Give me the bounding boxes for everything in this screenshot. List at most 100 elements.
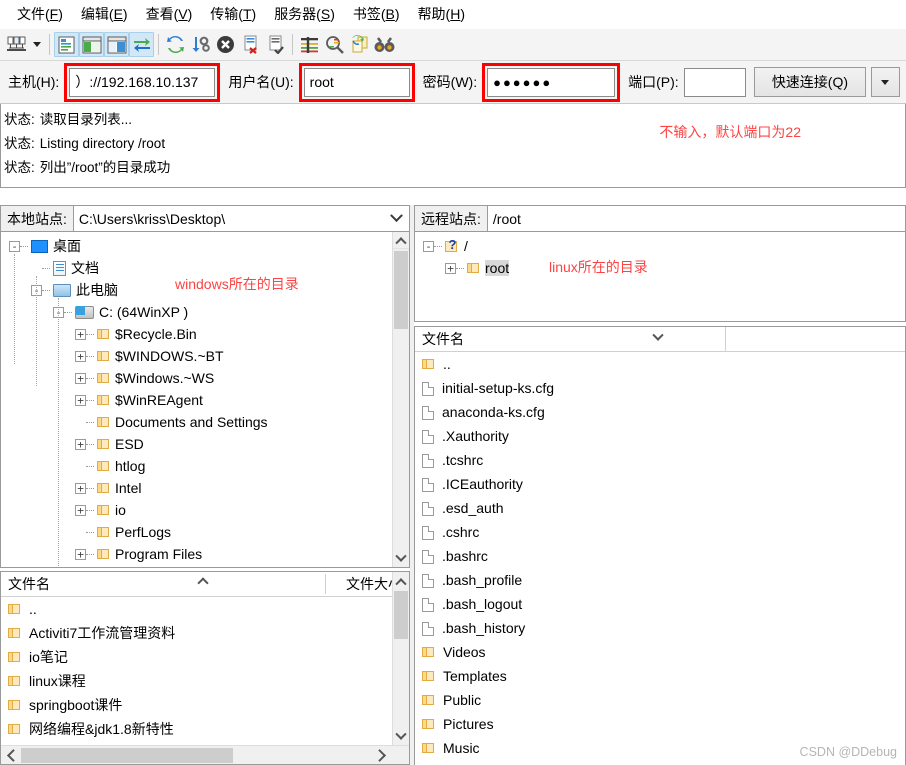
quick-connect-history-dropdown[interactable] bbox=[870, 67, 901, 97]
file-list-row[interactable]: .. bbox=[1, 597, 409, 621]
scroll-down-icon[interactable] bbox=[393, 728, 409, 745]
scroll-up-icon[interactable] bbox=[393, 572, 409, 589]
site-manager-icon[interactable] bbox=[4, 32, 29, 57]
file-list-row[interactable]: initial-setup-ks.cfg bbox=[415, 376, 905, 400]
file-list-row[interactable]: .bash_history bbox=[415, 616, 905, 640]
file-list-row[interactable]: Templates bbox=[415, 664, 905, 688]
tree-item[interactable]: - C: (64WinXP ) bbox=[1, 301, 409, 323]
tree-item[interactable]: + Program Files bbox=[1, 543, 409, 565]
tree-item[interactable]: -? / bbox=[415, 235, 905, 257]
expand-icon[interactable]: + bbox=[75, 482, 86, 494]
file-list-row[interactable]: io笔记 bbox=[1, 645, 409, 669]
collapse-icon[interactable]: - bbox=[423, 240, 434, 252]
menu-item-5[interactable]: 服务器(S) bbox=[265, 2, 344, 26]
quick-connect-bar: 主机(H): ）://192.168.10.137 用户名(U): root 密… bbox=[0, 61, 906, 104]
local-file-list[interactable]: 文件名 文件大小 .. Activiti7工作流管理资料 io笔记 linux课程 sp… bbox=[0, 571, 410, 765]
password-input[interactable]: ●●●●●● bbox=[487, 67, 616, 97]
tree-item[interactable]: PerfLogs bbox=[1, 521, 409, 543]
tree-item[interactable]: + Intel bbox=[1, 477, 409, 499]
menu-item-7[interactable]: 帮助(H) bbox=[409, 2, 474, 26]
toggle-local-tree-icon[interactable] bbox=[79, 32, 104, 57]
file-list-row[interactable]: .bash_logout bbox=[415, 592, 905, 616]
file-list-row[interactable]: Videos bbox=[415, 640, 905, 664]
directory-compare-icon[interactable] bbox=[322, 32, 347, 57]
reconnect-icon[interactable] bbox=[263, 32, 288, 57]
tree-item[interactable]: + $Recycle.Bin bbox=[1, 323, 409, 345]
expand-icon[interactable]: + bbox=[75, 350, 86, 362]
tree-item[interactable]: htlog bbox=[1, 455, 409, 477]
menu-item-1[interactable]: 文件(F) bbox=[8, 2, 72, 26]
remote-site-path-input[interactable]: /root bbox=[488, 206, 905, 231]
menu-item-3[interactable]: 查看(V) bbox=[137, 2, 202, 26]
expand-icon[interactable]: + bbox=[445, 262, 456, 274]
tree-item[interactable]: + $Windows.~WS bbox=[1, 367, 409, 389]
cancel-operation-icon[interactable] bbox=[213, 32, 238, 57]
local-tree-vscrollbar[interactable] bbox=[392, 232, 409, 567]
tree-item[interactable]: + io bbox=[1, 499, 409, 521]
remote-file-list[interactable]: 文件名 .. initial-setup-ks.cfg anaconda-ks.cf… bbox=[414, 326, 906, 765]
file-icon bbox=[422, 574, 434, 588]
tree-item[interactable]: - 桌面 bbox=[1, 235, 409, 257]
filter-icon[interactable] bbox=[297, 32, 322, 57]
expand-icon[interactable]: + bbox=[75, 548, 86, 560]
file-list-row[interactable]: .tcshrc bbox=[415, 448, 905, 472]
scroll-up-icon[interactable] bbox=[393, 232, 409, 249]
local-list-hscrollbar[interactable] bbox=[1, 745, 409, 764]
file-list-row[interactable]: linux课程 bbox=[1, 669, 409, 693]
menu-item-2[interactable]: 编辑(E) bbox=[72, 2, 137, 26]
local-column-name[interactable]: 文件名 bbox=[1, 574, 325, 594]
collapse-icon[interactable]: - bbox=[9, 240, 20, 252]
scroll-thumb[interactable] bbox=[21, 748, 233, 763]
find-files-icon[interactable] bbox=[372, 32, 397, 57]
file-list-row[interactable]: Activiti7工作流管理资料 bbox=[1, 621, 409, 645]
tree-item[interactable]: + $WinREAgent bbox=[1, 389, 409, 411]
local-directory-tree[interactable]: - 桌面 文档 - 此电脑 - C: (64WinXP ) + $Recycle.Bin + $WI… bbox=[0, 231, 410, 568]
process-queue-icon[interactable] bbox=[188, 32, 213, 57]
file-list-row[interactable]: Pictures bbox=[415, 712, 905, 736]
local-site-dropdown-icon[interactable] bbox=[383, 206, 409, 231]
scroll-right-icon[interactable] bbox=[373, 746, 392, 764]
file-list-row[interactable]: .. bbox=[415, 352, 905, 376]
tree-item[interactable]: + root bbox=[415, 257, 905, 279]
expand-icon[interactable]: + bbox=[75, 372, 86, 384]
file-list-row[interactable]: Public bbox=[415, 688, 905, 712]
tree-item[interactable]: Documents and Settings bbox=[1, 411, 409, 433]
tree-item[interactable]: + ESD bbox=[1, 433, 409, 455]
toggle-transfer-queue-icon[interactable] bbox=[129, 32, 154, 57]
toggle-remote-tree-icon[interactable] bbox=[104, 32, 129, 57]
expand-icon[interactable]: + bbox=[75, 394, 86, 406]
file-list-row[interactable]: 网络编程&jdk1.8新特性 bbox=[1, 717, 409, 741]
site-manager-dropdown-icon[interactable] bbox=[29, 32, 45, 57]
scroll-left-icon[interactable] bbox=[1, 746, 20, 764]
expand-icon[interactable]: + bbox=[75, 438, 86, 450]
scroll-thumb[interactable] bbox=[394, 251, 408, 329]
file-list-row[interactable]: .bash_profile bbox=[415, 568, 905, 592]
file-list-row[interactable]: springboot课件 bbox=[1, 693, 409, 717]
file-list-row[interactable]: .bashrc bbox=[415, 544, 905, 568]
file-name: linux课程 bbox=[29, 673, 86, 689]
expand-icon[interactable]: + bbox=[75, 328, 86, 340]
remote-column-name[interactable]: 文件名 bbox=[415, 329, 725, 349]
disconnect-icon[interactable] bbox=[238, 32, 263, 57]
scroll-thumb[interactable] bbox=[394, 591, 408, 639]
file-list-row[interactable]: .ICEauthority bbox=[415, 472, 905, 496]
username-input[interactable]: root bbox=[303, 67, 410, 97]
remote-directory-tree[interactable]: -? / + root linux所在的目录 bbox=[414, 231, 906, 322]
file-list-row[interactable]: .cshrc bbox=[415, 520, 905, 544]
file-list-row[interactable]: .Xauthority bbox=[415, 424, 905, 448]
synchronized-browsing-icon[interactable] bbox=[347, 32, 372, 57]
toggle-message-log-icon[interactable] bbox=[54, 32, 79, 57]
local-site-path-input[interactable]: C:\Users\kriss\Desktop\ bbox=[74, 206, 383, 231]
menu-item-4[interactable]: 传输(T) bbox=[201, 2, 265, 26]
local-list-vscrollbar[interactable] bbox=[392, 572, 409, 745]
refresh-icon[interactable] bbox=[163, 32, 188, 57]
file-list-row[interactable]: .esd_auth bbox=[415, 496, 905, 520]
tree-item[interactable]: + $WINDOWS.~BT bbox=[1, 345, 409, 367]
quick-connect-button[interactable]: 快速连接(Q) bbox=[753, 67, 866, 97]
port-input[interactable] bbox=[683, 67, 746, 97]
host-input[interactable]: ）://192.168.10.137 bbox=[69, 67, 216, 97]
expand-icon[interactable]: + bbox=[75, 504, 86, 516]
file-list-row[interactable]: anaconda-ks.cfg bbox=[415, 400, 905, 424]
menu-item-6[interactable]: 书签(B) bbox=[344, 2, 409, 26]
scroll-down-icon[interactable] bbox=[393, 550, 409, 567]
